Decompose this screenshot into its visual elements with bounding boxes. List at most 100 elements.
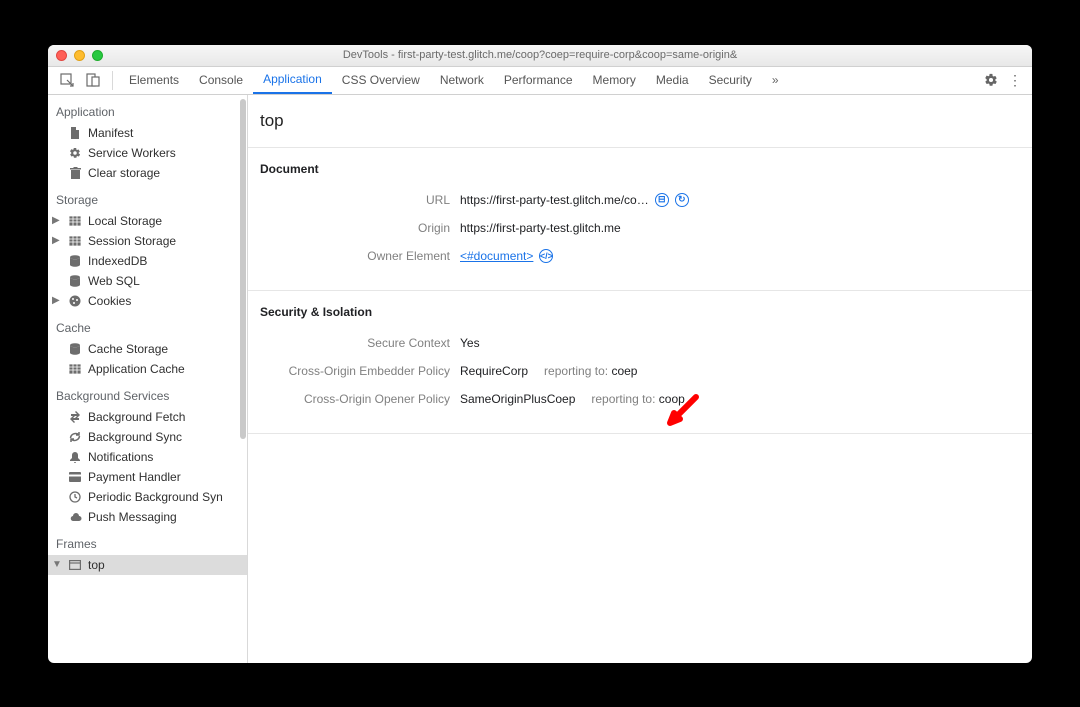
caret-right-icon[interactable]: ▶	[52, 215, 62, 226]
more-tabs-icon[interactable]: »	[762, 67, 789, 94]
blank	[52, 255, 62, 266]
sidebar-item-periodic-bg-sync[interactable]: Periodic Background Syn	[48, 487, 247, 507]
caret-right-icon[interactable]: ▶	[52, 295, 62, 306]
label-secure-context: Secure Context	[260, 336, 460, 350]
sidebar-item-manifest[interactable]: Manifest	[48, 123, 247, 143]
gear-icon[interactable]	[984, 73, 998, 87]
sidebar-item-cache-storage[interactable]: Cache Storage	[48, 339, 247, 359]
frame-title: top	[248, 95, 1032, 148]
reveal-sources-icon[interactable]: ⊟	[655, 193, 669, 207]
table-icon	[68, 236, 82, 246]
sidebar-item-label: IndexedDB	[88, 254, 147, 268]
sidebar-item-label: Background Sync	[88, 430, 182, 444]
sidebar-item-notifications[interactable]: Notifications	[48, 447, 247, 467]
sidebar-item-label: Background Fetch	[88, 410, 185, 424]
sidebar-item-label: Local Storage	[88, 214, 162, 228]
tab-application[interactable]: Application	[253, 67, 332, 94]
trash-icon	[68, 167, 82, 179]
sidebar-item-service-workers[interactable]: Service Workers	[48, 143, 247, 163]
sidebar-item-indexeddb[interactable]: IndexedDB	[48, 251, 247, 271]
table-icon	[68, 364, 82, 374]
table-icon	[68, 216, 82, 226]
reveal-elements-icon[interactable]: </>	[539, 249, 553, 263]
caret-down-icon[interactable]: ▼	[52, 559, 62, 570]
group-storage: Storage	[48, 183, 247, 211]
label-origin: Origin	[260, 221, 460, 235]
sidebar-item-bg-fetch[interactable]: Background Fetch	[48, 407, 247, 427]
group-bg-services: Background Services	[48, 379, 247, 407]
sidebar-item-cookies[interactable]: ▶ Cookies	[48, 291, 247, 311]
caret-right-icon[interactable]: ▶	[52, 235, 62, 246]
blank	[52, 275, 62, 286]
group-cache: Cache	[48, 311, 247, 339]
sidebar-item-label: Web SQL	[88, 274, 140, 288]
cookie-icon	[68, 295, 82, 307]
content-pane: top Document URL https://first-party-tes…	[248, 95, 1032, 663]
value-owner-element[interactable]: <#document>	[460, 249, 533, 263]
database-icon	[68, 255, 82, 267]
sidebar-item-label: Manifest	[88, 126, 133, 140]
value-coep: RequireCorp	[460, 364, 528, 378]
sidebar-item-local-storage[interactable]: ▶ Local Storage	[48, 211, 247, 231]
section-document: Document URL https://first-party-test.gl…	[248, 148, 1032, 291]
sidebar-item-websql[interactable]: Web SQL	[48, 271, 247, 291]
sidebar-item-label: Application Cache	[88, 362, 185, 376]
sidebar-item-app-cache[interactable]: Application Cache	[48, 359, 247, 379]
tab-network[interactable]: Network	[430, 67, 494, 94]
blank	[52, 363, 62, 374]
label-coop-reporting: reporting to:	[591, 392, 655, 406]
blank	[52, 343, 62, 354]
sidebar-item-label: Cookies	[88, 294, 131, 308]
sidebar: Application Manifest Service Workers Cle…	[48, 95, 248, 663]
document-icon	[68, 127, 82, 139]
value-origin: https://first-party-test.glitch.me	[460, 221, 621, 235]
group-application: Application	[48, 95, 247, 123]
group-frames: Frames	[48, 527, 247, 555]
sidebar-item-label: Cache Storage	[88, 342, 168, 356]
tab-security[interactable]: Security	[699, 67, 762, 94]
clock-icon	[68, 491, 82, 503]
sidebar-item-label: top	[88, 558, 105, 572]
annotation-arrow-icon	[666, 391, 702, 427]
inspect-element-icon[interactable]	[54, 67, 80, 94]
tab-media[interactable]: Media	[646, 67, 699, 94]
reveal-network-icon[interactable]: ↻	[675, 193, 689, 207]
section-heading: Document	[248, 162, 1032, 186]
label-coop: Cross-Origin Opener Policy	[260, 392, 460, 406]
label-coep-reporting: reporting to:	[544, 364, 608, 378]
tab-console[interactable]: Console	[189, 67, 253, 94]
sync-icon	[68, 431, 82, 443]
sidebar-item-clear-storage[interactable]: Clear storage	[48, 163, 247, 183]
sidebar-scrollbar[interactable]	[240, 95, 246, 663]
kebab-menu-icon[interactable]: ⋮	[1008, 73, 1022, 87]
sidebar-item-label: Push Messaging	[88, 510, 177, 524]
database-icon	[68, 343, 82, 355]
tabs: Elements Console Application CSS Overvie…	[119, 67, 789, 94]
bell-icon	[68, 451, 82, 463]
sidebar-item-session-storage[interactable]: ▶ Session Storage	[48, 231, 247, 251]
tab-performance[interactable]: Performance	[494, 67, 583, 94]
value-secure-context: Yes	[460, 336, 480, 350]
section-security-isolation: Security & Isolation Secure Context Yes …	[248, 291, 1032, 434]
sidebar-item-label: Notifications	[88, 450, 153, 464]
value-coop: SameOriginPlusCoep	[460, 392, 575, 406]
transfer-icon	[68, 411, 82, 423]
label-url: URL	[260, 193, 460, 207]
devtools-window: DevTools - first-party-test.glitch.me/co…	[48, 45, 1032, 663]
device-toolbar-icon[interactable]	[80, 67, 106, 94]
tab-memory[interactable]: Memory	[583, 67, 646, 94]
sidebar-item-label: Service Workers	[88, 146, 176, 160]
label-owner-element: Owner Element	[260, 249, 460, 263]
tab-elements[interactable]: Elements	[119, 67, 189, 94]
window-icon	[68, 560, 82, 570]
sidebar-item-push-messaging[interactable]: Push Messaging	[48, 507, 247, 527]
sidebar-item-bg-sync[interactable]: Background Sync	[48, 427, 247, 447]
sidebar-item-payment-handler[interactable]: Payment Handler	[48, 467, 247, 487]
database-icon	[68, 275, 82, 287]
sidebar-item-frame-top[interactable]: ▼ top	[48, 555, 247, 575]
card-icon	[68, 472, 82, 482]
sidebar-item-label: Periodic Background Syn	[88, 490, 223, 504]
window-title: DevTools - first-party-test.glitch.me/co…	[48, 49, 1032, 61]
tab-css-overview[interactable]: CSS Overview	[332, 67, 430, 94]
value-coep-reporting: coep	[611, 364, 637, 378]
